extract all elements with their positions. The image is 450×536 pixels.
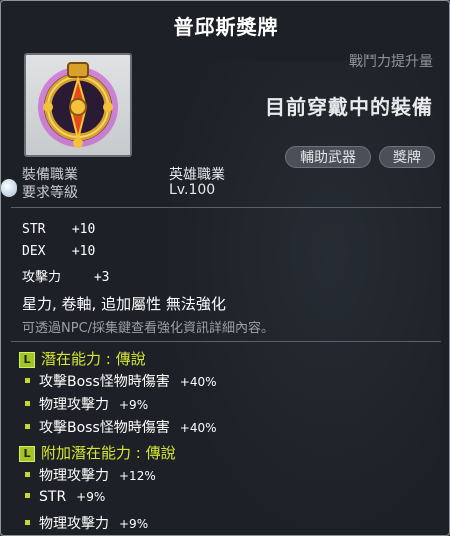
equipped-label: 目前穿戴中的裝備 — [265, 95, 433, 119]
stat-value: +10 — [71, 244, 96, 259]
bonus-potential-header: L 附加潛在能力 : 傳說 — [19, 442, 176, 462]
potential-line-value: +9% — [119, 398, 149, 412]
stat-name: 攻擊力 — [22, 270, 62, 285]
bullet-icon — [25, 493, 30, 498]
tag-medal[interactable]: 獎牌 — [379, 146, 435, 168]
potential-line-text: 攻擊Boss怪物時傷害 — [39, 420, 170, 436]
medal-icon — [38, 62, 118, 148]
bonus-potential-header-label: 附加潛在能力 : 傳說 — [41, 444, 176, 462]
potential-line: 物理攻擊力 +9% — [25, 394, 148, 414]
bonus-potential-line: 物理攻擊力 +12% — [25, 465, 156, 485]
bonus-potential-line-text: STR — [39, 489, 67, 505]
bullet-icon — [25, 424, 30, 429]
bullet-icon — [25, 520, 30, 525]
bullet-icon — [25, 378, 30, 383]
stat-name: DEX — [22, 244, 46, 259]
gem-icon — [1, 179, 17, 197]
required-level-value: Lv.100 — [169, 182, 216, 198]
potential-line-text: 攻擊Boss怪物時傷害 — [39, 374, 170, 390]
stat-name: STR — [22, 222, 46, 237]
bonus-potential-line-value: +9% — [119, 517, 149, 531]
bonus-potential-line: STR +9% — [25, 489, 105, 505]
combat-power-label: 戰鬥力提升量 — [349, 54, 433, 70]
potential-line-value: +40% — [179, 421, 217, 435]
item-tooltip: 普邱斯獎牌 戰鬥力提升量 目前穿戴中的裝備 輔助武器 獎牌 裝備職業 要求等級 … — [0, 0, 450, 536]
potential-header-label: 潛在能力 : 傳說 — [41, 350, 146, 368]
required-job-value: 英雄職業 — [169, 167, 225, 183]
bonus-potential-line-value: +9% — [76, 490, 106, 504]
divider — [11, 341, 441, 342]
tag-secondary-weapon[interactable]: 輔助武器 — [285, 146, 371, 168]
bullet-icon — [25, 472, 30, 477]
potential-header: L 潛在能力 : 傳說 — [19, 348, 146, 368]
stat-row: STR +10 — [22, 222, 95, 237]
divider — [11, 207, 441, 208]
bonus-potential-line-value: +12% — [119, 469, 156, 483]
stat-row: DEX +10 — [22, 244, 95, 259]
stat-value: +3 — [93, 270, 110, 285]
bonus-potential-line-text: 物理攻擊力 — [39, 516, 109, 532]
bonus-potential-line: 物理攻擊力 +9% — [25, 513, 148, 533]
legendary-badge-icon: L — [19, 446, 35, 462]
bullet-icon — [25, 401, 30, 406]
stat-value: +10 — [71, 222, 96, 237]
legendary-badge-icon: L — [19, 352, 35, 368]
potential-line-text: 物理攻擊力 — [39, 397, 109, 413]
item-icon-frame — [24, 53, 132, 157]
required-level-label: 要求等級 — [22, 185, 78, 201]
item-title: 普邱斯獎牌 — [173, 15, 279, 39]
bonus-potential-line-text: 物理攻擊力 — [39, 468, 109, 484]
enhancement-hint: 可透過NPC/採集鍵查看強化資訊詳細內容。 — [22, 321, 275, 336]
required-job-label: 裝備職業 — [22, 167, 78, 183]
stat-row: 攻擊力 +3 — [22, 266, 109, 285]
enhancement-notes: 星力, 卷軸, 追加屬性 無法強化 — [22, 295, 226, 313]
potential-line-value: +40% — [179, 375, 217, 389]
potential-line: 攻擊Boss怪物時傷害 +40% — [25, 417, 217, 437]
potential-line: 攻擊Boss怪物時傷害 +40% — [25, 371, 217, 391]
